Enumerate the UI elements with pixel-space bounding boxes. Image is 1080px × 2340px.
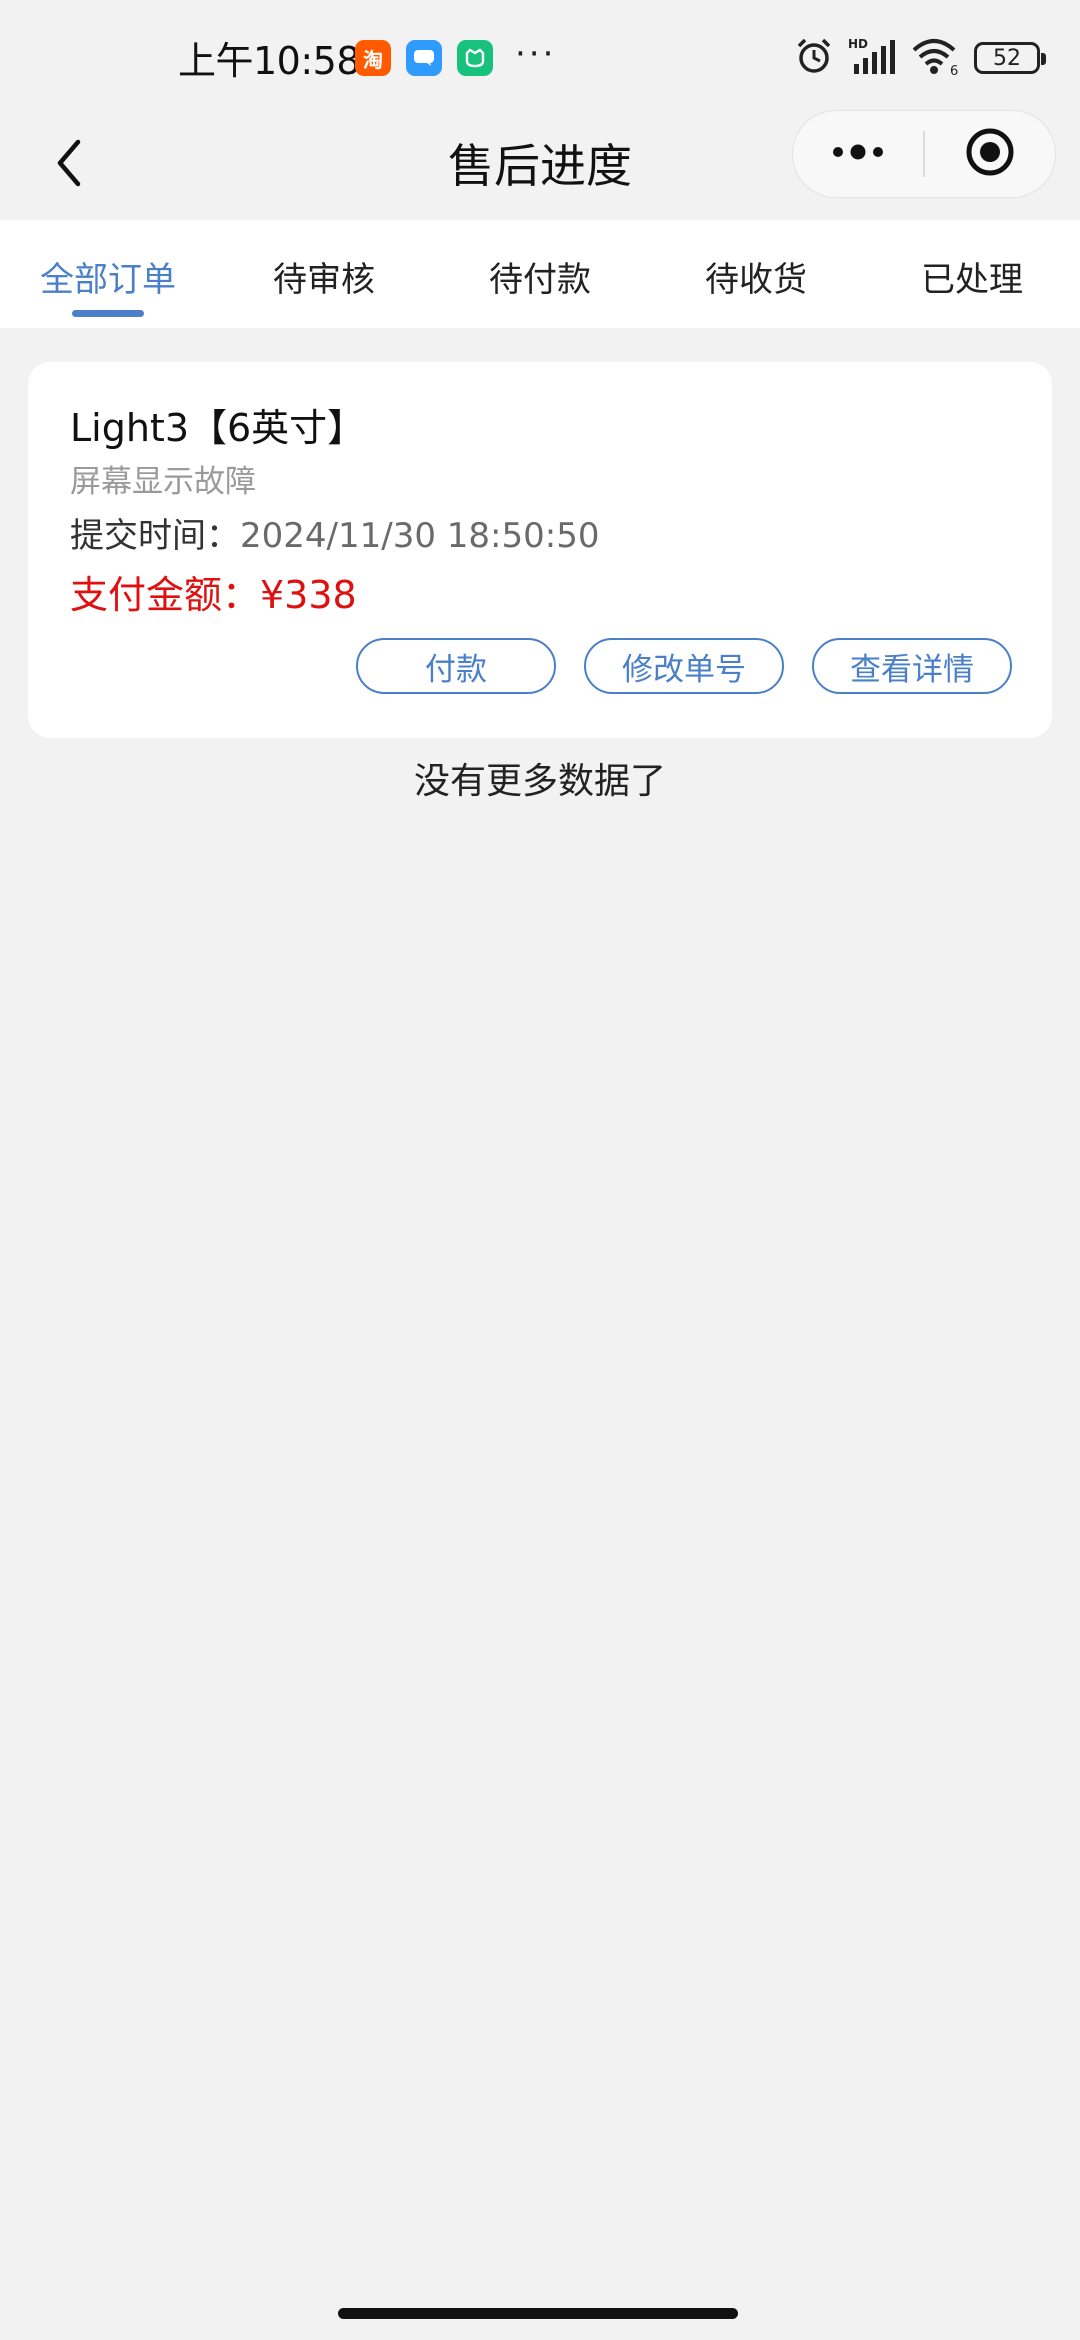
- tab-pending-receipt[interactable]: 待收货: [648, 220, 864, 328]
- order-actions: 付款 修改单号 查看详情: [356, 638, 1012, 694]
- submit-time-row: 提交时间：2024/11/30 18:50:50: [70, 512, 1010, 560]
- payment-amount: 支付金额：¥338: [70, 573, 357, 617]
- no-more-data-text: 没有更多数据了: [413, 761, 666, 802]
- modify-tracking-button[interactable]: 修改单号: [584, 638, 784, 694]
- mi-home-icon: [457, 40, 493, 76]
- status-bar: 上午10:58 淘 ··· HD 6 52: [0, 0, 1080, 110]
- more-button[interactable]: [793, 111, 923, 197]
- tab-pending-payment[interactable]: 待付款: [432, 220, 648, 328]
- svg-text:6: 6: [950, 64, 958, 76]
- view-details-button[interactable]: 查看详情: [812, 638, 1012, 694]
- submit-time-label: 提交时间：: [70, 516, 240, 556]
- wifi-icon: 6: [910, 36, 960, 80]
- battery-icon: 52: [974, 42, 1046, 74]
- product-name: Light3【6英寸】: [70, 406, 366, 450]
- alarm-icon: [794, 36, 834, 80]
- status-time: 上午10:58: [178, 39, 361, 83]
- message-icon: [406, 40, 442, 76]
- navigation-bar: 售后进度: [0, 110, 1080, 220]
- home-indicator[interactable]: [338, 2308, 738, 2319]
- miniprogram-capsule: [792, 110, 1056, 198]
- target-circle-icon: [965, 127, 1015, 181]
- submit-time-value: 2024/11/30 18:50:50: [240, 516, 600, 556]
- more-dots-icon: [830, 144, 886, 164]
- signal-icon: HD: [848, 36, 896, 80]
- fault-description: 屏幕显示故障: [70, 464, 256, 500]
- tab-processed[interactable]: 已处理: [864, 220, 1080, 328]
- status-overflow-dots: ···: [515, 34, 557, 74]
- pay-button[interactable]: 付款: [356, 638, 556, 694]
- order-tabs: 全部订单 待审核 待付款 待收货 已处理: [0, 220, 1080, 328]
- tab-all-orders[interactable]: 全部订单: [0, 220, 216, 328]
- svg-text:HD: HD: [848, 37, 868, 51]
- status-icons: HD 6 52: [794, 36, 1046, 80]
- close-button[interactable]: [925, 111, 1055, 197]
- taobao-icon: 淘: [355, 40, 391, 76]
- order-card: Light3【6英寸】 屏幕显示故障 提交时间：2024/11/30 18:50…: [28, 362, 1052, 738]
- tab-pending-review[interactable]: 待审核: [216, 220, 432, 328]
